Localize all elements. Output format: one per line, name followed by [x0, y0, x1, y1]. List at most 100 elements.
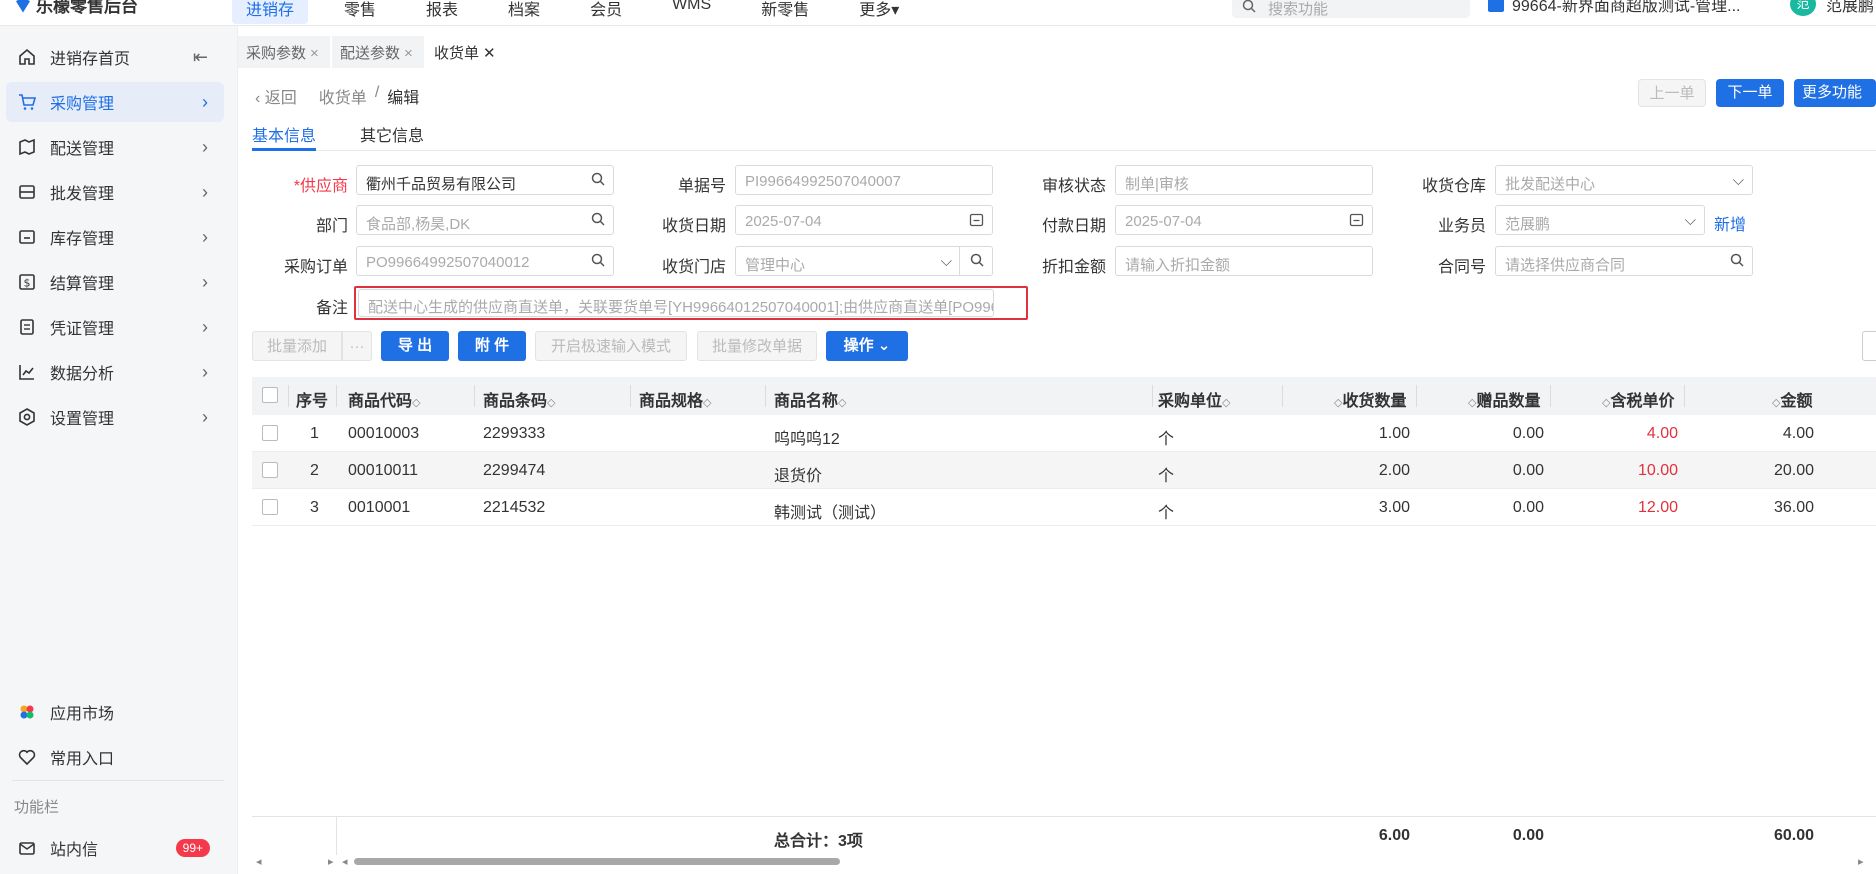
quick-input-mode-button[interactable]: 开启极速输入模式: [535, 331, 687, 361]
warehouse-select[interactable]: 批发配送中心 ⌵: [1495, 165, 1753, 195]
discount-input[interactable]: 请输入折扣金额: [1115, 246, 1373, 276]
sidebar-item-settlement[interactable]: $ 结算管理 ›: [6, 262, 224, 302]
batch-add-button[interactable]: 批量添加: [252, 331, 342, 361]
row-checkbox[interactable]: [262, 499, 278, 515]
cart-icon: [16, 91, 38, 113]
prev-button[interactable]: 上一单: [1638, 79, 1706, 107]
sidebar-item-messages[interactable]: 站内信 99+: [6, 828, 224, 868]
col-qty[interactable]: ◇收货数量: [1334, 387, 1406, 411]
user-name[interactable]: 范展鹏: [1826, 0, 1874, 16]
breadcrumb-parent[interactable]: 收货单: [319, 84, 367, 108]
search-input[interactable]: 搜索功能: [1232, 0, 1470, 18]
horizontal-scrollbar[interactable]: ◂ ▸ ◂ ▸: [252, 855, 1876, 869]
sidebar-item-voucher[interactable]: 凭证管理 ›: [6, 307, 224, 347]
add-salesman-link[interactable]: 新增: [1714, 211, 1746, 235]
row-qty[interactable]: 3.00: [1312, 499, 1410, 517]
tab-other-info[interactable]: 其它信息: [360, 122, 424, 146]
store-selector[interactable]: 99664-新界面商超版测试-管理...: [1488, 0, 1741, 16]
contract-field[interactable]: 请选择供应商合同: [1495, 246, 1753, 276]
tab-distribution-params[interactable]: 配送参数 ×: [332, 36, 424, 68]
col-amount[interactable]: ◇金额: [1772, 387, 1812, 411]
scroll-right-icon[interactable]: ▸: [1858, 855, 1864, 868]
sidebar-item-app-market[interactable]: 应用市场: [6, 692, 224, 732]
table-row[interactable]: 2 00010011 2299474 退货价 个 2.00 0.00 10.00…: [252, 452, 1876, 489]
chart-icon: [16, 361, 38, 383]
tab-purchase-params[interactable]: 采购参数 ×: [238, 36, 330, 68]
batch-edit-button[interactable]: 批量修改单据: [697, 331, 817, 361]
topnav-item-retail[interactable]: 零售: [330, 0, 390, 24]
scroll-left-icon[interactable]: ◂: [342, 855, 348, 868]
calendar-icon[interactable]: [1349, 212, 1364, 231]
sidebar-item-stock[interactable]: 库存管理 ›: [6, 217, 224, 257]
topnav-item-member[interactable]: 会员: [576, 0, 636, 24]
calendar-icon[interactable]: [969, 212, 984, 231]
tab-receiving-order[interactable]: 收货单 ✕: [426, 36, 504, 68]
topnav-item-jxc[interactable]: 进销存: [232, 0, 309, 24]
row-price[interactable]: 10.00: [1580, 462, 1678, 480]
table-row[interactable]: 3 0010001 2214532 韩测试（测试） 个 3.00 0.00 12…: [252, 489, 1876, 526]
column-settings-icon[interactable]: [1862, 331, 1876, 361]
scrollbar-thumb[interactable]: [354, 858, 840, 865]
avatar[interactable]: 范: [1790, 0, 1816, 16]
more-functions-button[interactable]: 更多功能: [1794, 79, 1876, 107]
export-button[interactable]: 导 出: [381, 331, 449, 361]
batch-add-more-button[interactable]: ···: [342, 331, 372, 361]
close-icon[interactable]: ×: [404, 45, 413, 62]
col-spec[interactable]: 商品规格◇: [639, 387, 711, 411]
salesman-select[interactable]: 范展鹏 ⌵: [1495, 205, 1705, 235]
scroll-left-icon[interactable]: ◂: [256, 855, 262, 868]
col-gift[interactable]: ◇赠品数量: [1468, 387, 1540, 411]
back-link[interactable]: ‹ 返回: [255, 84, 297, 108]
sidebar-item-wholesale[interactable]: 批发管理 ›: [6, 172, 224, 212]
row-gift[interactable]: 0.00: [1446, 462, 1544, 480]
operations-dropdown[interactable]: 操作 ⌄: [826, 331, 908, 361]
topnav-item-more[interactable]: 更多▾: [845, 0, 913, 24]
recv-store-select[interactable]: 管理中心 ⌵: [735, 246, 993, 276]
row-gift[interactable]: 0.00: [1446, 425, 1544, 443]
collapse-sidebar-icon[interactable]: ⇤: [193, 47, 208, 68]
row-price[interactable]: 12.00: [1580, 499, 1678, 517]
row-gift[interactable]: 0.00: [1446, 499, 1544, 517]
search-icon[interactable]: [591, 253, 605, 271]
col-barcode[interactable]: 商品条码◇: [483, 387, 555, 411]
close-icon[interactable]: ×: [310, 45, 319, 62]
search-icon[interactable]: [591, 212, 605, 230]
tab-basic-info[interactable]: 基本信息: [252, 122, 316, 146]
search-icon[interactable]: [970, 253, 984, 271]
sidebar-item-purchase[interactable]: 采购管理 ›: [6, 82, 224, 122]
po-field[interactable]: PO99664992507040012: [356, 246, 614, 276]
topnav-item-archive[interactable]: 档案: [494, 0, 554, 24]
row-price[interactable]: 4.00: [1580, 425, 1678, 443]
topnav-item-report[interactable]: 报表: [412, 0, 472, 24]
table-row[interactable]: 1 00010003 2299333 呜呜呜12 个 1.00 0.00 4.0…: [252, 415, 1876, 452]
sidebar-item-analysis[interactable]: 数据分析 ›: [6, 352, 224, 392]
sidebar-item-settings[interactable]: 设置管理 ›: [6, 397, 224, 437]
row-qty[interactable]: 2.00: [1312, 462, 1410, 480]
sidebar-item-home[interactable]: 进销存首页 ⇤: [6, 37, 224, 77]
memo-field[interactable]: 配送中心生成的供应商直送单，关联要货单号[YH99664012507040001…: [358, 289, 994, 317]
col-price[interactable]: ◇含税单价: [1602, 387, 1674, 411]
col-name[interactable]: 商品名称◇: [774, 387, 846, 411]
app-logo[interactable]: 乐檬零售后台: [16, 0, 138, 17]
sidebar-item-distribution[interactable]: 配送管理 ›: [6, 127, 224, 167]
col-code[interactable]: 商品代码◇: [348, 387, 420, 411]
scroll-right-icon[interactable]: ▸: [328, 855, 334, 868]
next-button[interactable]: 下一单: [1716, 79, 1784, 107]
breadcrumb-current: 编辑: [387, 90, 420, 107]
supplier-field[interactable]: 衢州千品贸易有限公司: [356, 165, 614, 195]
row-checkbox[interactable]: [262, 425, 278, 441]
topnav-item-wms[interactable]: WMS: [658, 0, 725, 24]
row-checkbox[interactable]: [262, 462, 278, 478]
sidebar-item-favorites[interactable]: 常用入口: [6, 737, 224, 777]
search-icon[interactable]: [1730, 253, 1744, 271]
pay-date-field[interactable]: 2025-07-04: [1115, 205, 1373, 235]
select-all-checkbox[interactable]: [262, 387, 278, 403]
dept-field[interactable]: 食品部,杨昊,DK: [356, 205, 614, 235]
attachment-button[interactable]: 附 件: [458, 331, 526, 361]
row-qty[interactable]: 1.00: [1312, 425, 1410, 443]
search-icon[interactable]: [591, 172, 605, 190]
close-icon[interactable]: ✕: [483, 45, 496, 62]
col-unit[interactable]: 采购单位◇: [1158, 387, 1230, 411]
topnav-item-new-retail[interactable]: 新零售: [747, 0, 823, 24]
recv-date-field[interactable]: 2025-07-04: [735, 205, 993, 235]
